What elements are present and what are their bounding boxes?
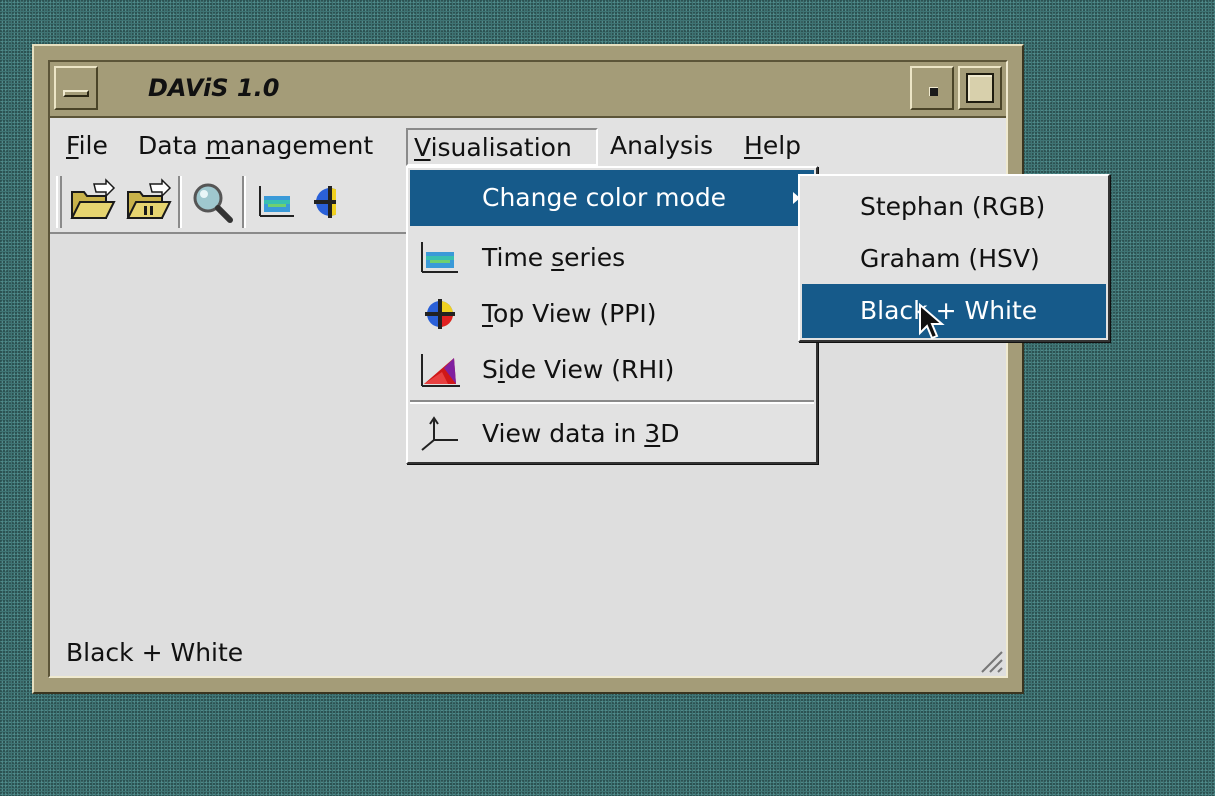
graham-hsv-label: Graham (HSV) xyxy=(860,244,1040,273)
top-view-post: op View (PPI) xyxy=(493,299,657,328)
menu-help[interactable]: Help xyxy=(738,128,807,166)
toolbar-separator-2 xyxy=(242,176,246,228)
status-text: Black + White xyxy=(66,638,244,667)
magnifier-icon[interactable] xyxy=(188,178,238,226)
mouse-cursor-icon xyxy=(919,303,945,340)
window-menu-button[interactable] xyxy=(54,66,98,110)
side-view-pre: S xyxy=(482,355,498,384)
menu-analysis[interactable]: Analysis xyxy=(604,128,719,166)
time-series-pre: Time xyxy=(482,243,552,272)
menu-item-time-series[interactable]: Time series xyxy=(410,230,814,286)
menu-data-management[interactable]: Data management xyxy=(132,128,379,166)
side-view-mnemonic: i xyxy=(497,355,505,384)
maximize-button[interactable] xyxy=(958,66,1002,110)
axes-3d-icon xyxy=(421,416,458,451)
menu-separator xyxy=(410,400,814,404)
menu-data-mnemonic: m xyxy=(205,131,230,160)
window-title: DAViS 1.0 xyxy=(148,74,280,102)
view-3d-pre: View data in xyxy=(482,419,645,448)
open-folder-alt-icon[interactable] xyxy=(124,178,174,226)
minimize-icon xyxy=(929,87,938,96)
menu-bar: File Data management Visualisation Analy… xyxy=(50,118,1006,170)
open-folder-icon[interactable] xyxy=(68,178,118,226)
menu-vis-mnemonic: V xyxy=(414,133,431,162)
minimize-button[interactable] xyxy=(910,66,954,110)
menu-item-change-color-mode[interactable]: Change color mode xyxy=(410,170,814,226)
time-series-post: eries xyxy=(564,243,626,272)
top-view-icon[interactable] xyxy=(306,178,336,226)
time-series-mnemonic: s xyxy=(551,243,565,272)
view-3d-post: D xyxy=(660,419,680,448)
menu-item-top-view[interactable]: Top View (PPI) xyxy=(410,286,814,342)
menu-item-view-3d[interactable]: View data in 3D xyxy=(410,406,814,462)
menu-item-side-view[interactable]: Side View (RHI) xyxy=(410,342,814,398)
menu-visualisation[interactable]: Visualisation xyxy=(406,128,598,166)
black-white-label: Black + White xyxy=(860,296,1038,325)
title-bar[interactable]: DAViS 1.0 xyxy=(50,62,1006,118)
menu-help-mnemonic: H xyxy=(744,131,763,160)
menu-file-post: ile xyxy=(78,131,108,160)
menu-file[interactable]: File xyxy=(60,128,114,166)
top-view-mnemonic: T xyxy=(482,299,494,328)
color-mode-submenu: Stephan (RGB) Graham (HSV) Black + White xyxy=(798,174,1110,342)
side-view-icon xyxy=(421,354,460,387)
change-color-mode-label: Change color mode xyxy=(482,183,727,212)
menu-data-pre: Data xyxy=(138,131,206,160)
menu-data-post: anagement xyxy=(230,131,374,160)
top-view-icon xyxy=(425,299,455,329)
submenu-item-graham-hsv[interactable]: Graham (HSV) xyxy=(802,232,1106,286)
submenu-item-stephan-rgb[interactable]: Stephan (RGB) xyxy=(802,180,1106,234)
menu-vis-post: isualisation xyxy=(430,133,572,162)
toolbar-grip[interactable] xyxy=(56,176,62,228)
stephan-rgb-label: Stephan (RGB) xyxy=(860,192,1046,221)
maximize-icon xyxy=(966,73,994,103)
menu-analysis-label: Analysis xyxy=(610,131,714,160)
visualisation-menu: Change color mode Time series Top View (… xyxy=(406,166,818,464)
side-view-post: de View (RHI) xyxy=(504,355,675,384)
menu-help-post: elp xyxy=(762,131,802,160)
time-series-icon xyxy=(421,242,458,273)
status-bar: Black + White xyxy=(50,632,1006,676)
menu-file-mnemonic: F xyxy=(66,131,79,160)
time-series-icon[interactable] xyxy=(254,178,304,226)
window-menu-icon xyxy=(63,90,89,97)
resize-grip-icon[interactable] xyxy=(974,644,1004,674)
submenu-item-black-white[interactable]: Black + White xyxy=(802,284,1106,338)
view-3d-mnemonic: 3 xyxy=(644,419,661,448)
toolbar-separator xyxy=(178,176,182,228)
